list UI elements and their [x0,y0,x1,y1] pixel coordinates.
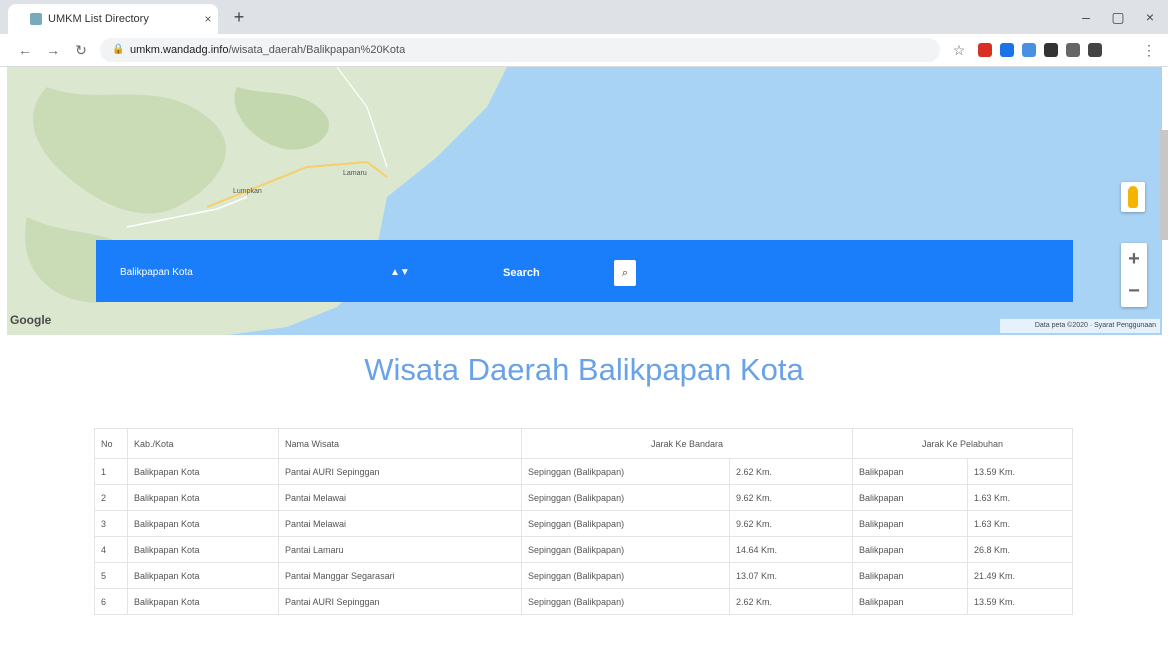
tab-title: UMKM List Directory [48,13,149,25]
table-cell: Sepinggan (Balikpapan) [521,536,730,563]
table-cell: Balikpapan [852,562,968,589]
url-text: umkm.wandadg.info/wisata_daerah/Balikpap… [130,44,405,56]
table-cell: Pantai AURI Sepinggan [278,588,522,615]
table-cell: Sepinggan (Balikpapan) [521,484,730,511]
table-cell: Balikpapan [852,510,968,537]
header-nama-wisata: Nama Wisata [278,428,522,459]
extension-icon[interactable] [1000,43,1014,57]
table-cell: Sepinggan (Balikpapan) [521,510,730,537]
table-cell: 6 [94,588,128,615]
zoom-out-button[interactable]: − [1121,275,1147,307]
table-cell: Pantai Melawai [278,510,522,537]
table-row: 1 Balikpapan Kota Pantai AURI Sepinggan Sep… [94,458,1073,485]
table-cell: 3 [94,510,128,537]
back-icon[interactable]: ← [14,39,36,61]
extension-icon[interactable] [1022,43,1036,57]
extension-icon[interactable] [1066,43,1080,57]
table-cell: Balikpapan Kota [127,562,279,589]
browser-tab-bar: UMKM List Directory × + – ▢ × [0,0,1168,34]
table-cell: Balikpapan Kota [127,484,279,511]
google-logo: Google [10,313,52,327]
bookmark-star-icon[interactable]: ☆ [948,39,970,61]
table-cell: 13.59 Km. [967,458,1073,485]
table-row: 5 Balikpapan Kota Pantai Manggar Segarasar… [94,562,1073,589]
table-header-row: No Kab./Kota Nama Wisata Jarak Ke Bandar… [94,428,1073,459]
page-scrollbar[interactable] [1160,130,1168,240]
header-kab-kota: Kab./Kota [127,428,279,459]
table-cell: 4 [94,536,128,563]
table-cell: Balikpapan Kota [127,510,279,537]
extension-icon[interactable] [978,43,992,57]
new-tab-button[interactable]: + [228,6,250,28]
table-cell: Balikpapan [852,588,968,615]
search-label: Search [503,267,540,279]
table-cell: Pantai Lamaru [278,536,522,563]
table-cell: 2.62 Km. [729,458,853,485]
forward-icon[interactable]: → [42,39,64,61]
lock-icon: 🔒 [112,44,125,55]
table-cell: Balikpapan Kota [127,588,279,615]
table-cell: Sepinggan (Balikpapan) [521,588,730,615]
browser-tab[interactable]: UMKM List Directory × [8,4,218,34]
table-cell: 1.63 Km. [967,510,1073,537]
header-jarak-pelabuhan: Jarak Ke Pelabuhan [852,428,1073,459]
search-icon: ⌕ [621,266,629,279]
table-row: 3 Balikpapan Kota Pantai Melawai Sepinggan … [94,510,1073,537]
table-cell: 1 [94,458,128,485]
table-row: 2 Balikpapan Kota Pantai Melawai Sepinggan … [94,484,1073,511]
reload-icon[interactable]: ↻ [70,39,92,61]
table-cell: Pantai AURI Sepinggan [278,458,522,485]
zoom-control[interactable]: + − [1121,243,1147,307]
table-cell: 2 [94,484,128,511]
browser-toolbar: ← → ↻ 🔒 umkm.wandadg.info/wisata_daerah/… [0,34,1168,67]
table-cell: 9.62 Km. [729,484,853,511]
zoom-in-button[interactable]: + [1121,243,1147,275]
table-cell: 5 [94,562,128,589]
tab-close-icon[interactable]: × [198,12,218,26]
table-row: 6 Balikpapan Kota Pantai AURI Sepinggan Sep… [94,588,1073,615]
table-cell: Sepinggan (Balikpapan) [521,458,730,485]
table-cell: Balikpapan [852,536,968,563]
favicon-icon [30,13,42,25]
table-cell: Balikpapan Kota [127,458,279,485]
table-cell: Pantai Melawai [278,484,522,511]
table-cell: 21.49 Km. [967,562,1073,589]
table-cell: 1.63 Km. [967,484,1073,511]
table-row: 4 Balikpapan Kota Pantai Lamaru Sepinggan (… [94,536,1073,563]
table-cell: 13.07 Km. [729,562,853,589]
close-window-icon[interactable]: × [1136,6,1164,28]
table-cell: 26.8 Km. [967,536,1073,563]
browser-menu-icon[interactable]: ⋮ [1138,39,1160,61]
table-cell: Balikpapan Kota [127,536,279,563]
header-no: No [94,428,128,459]
pegman-icon[interactable] [1121,182,1145,212]
table-cell: Balikpapan [852,458,968,485]
table-cell: 9.62 Km. [729,510,853,537]
table-cell: 2.62 Km. [729,588,853,615]
maximize-icon[interactable]: ▢ [1104,6,1132,28]
map-credits[interactable]: Data peta ©2020 · Syarat Penggunaan [1000,319,1160,333]
select-arrow-icon: ▲▼ [390,267,410,278]
extension-icon[interactable] [1088,43,1102,57]
page-title: Wisata Daerah Balikpapan Kota [364,352,804,387]
table-cell: Pantai Manggar Segarasari [278,562,522,589]
region-select-value: Balikpapan Kota [120,267,193,278]
map-place-label: Lamaru [343,170,367,177]
region-select[interactable]: Balikpapan Kota ▲▼ [120,264,420,282]
address-bar[interactable]: 🔒 umkm.wandadg.info/wisata_daerah/Balikp… [100,38,940,62]
header-jarak-bandara: Jarak Ke Bandara [521,428,853,459]
table-cell: Balikpapan [852,484,968,511]
table-cell: Sepinggan (Balikpapan) [521,562,730,589]
url-path: /wisata_daerah/Balikpapan%20Kota [228,44,406,56]
map-place-label: Lumpkan [233,188,262,195]
extension-icon[interactable] [1044,43,1058,57]
table-cell: 14.64 Km. [729,536,853,563]
tourism-table: No Kab./Kota Nama Wisata Jarak Ke Bandar… [94,428,1073,615]
minimize-icon[interactable]: – [1072,6,1100,28]
table-cell: 13.59 Km. [967,588,1073,615]
search-button[interactable]: ⌕ [614,260,636,286]
url-host: umkm.wandadg.info [130,44,229,56]
